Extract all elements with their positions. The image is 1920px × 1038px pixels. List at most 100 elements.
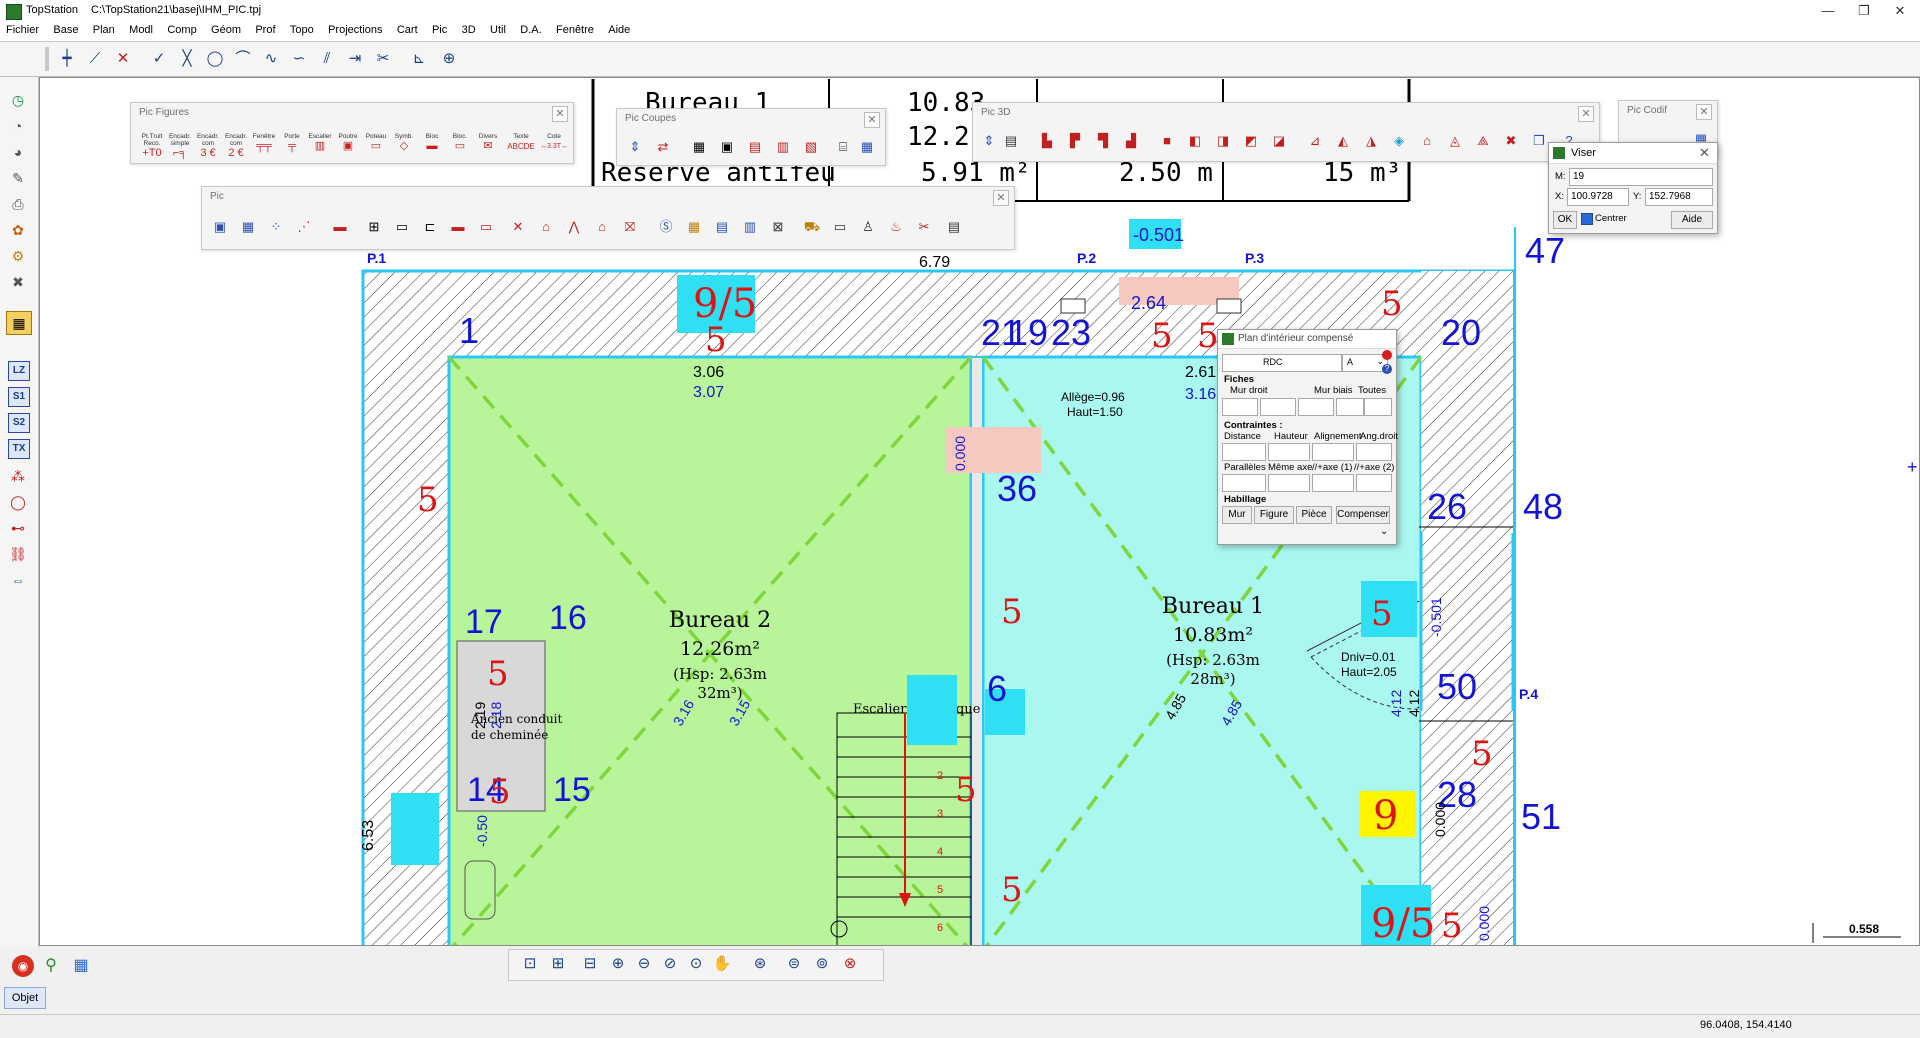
arc-tool-icon[interactable]: ⌒ (232, 48, 254, 70)
pic-person-icon[interactable]: ♙ (856, 215, 880, 239)
pic-s-icon[interactable]: Ⓢ (654, 215, 678, 239)
pic3d-roof-2-icon[interactable]: ◬ (1443, 129, 1467, 153)
scissors-icon[interactable]: ✂ (372, 48, 394, 70)
lz-icon[interactable]: LZ (8, 361, 30, 381)
viser-m-field[interactable]: 19 (1569, 168, 1713, 186)
menu-da[interactable]: D.A. (514, 22, 546, 36)
palette-figures-close-icon[interactable]: ✕ (552, 106, 568, 122)
pic3d-wall-4-icon[interactable]: ◩ (1239, 129, 1263, 153)
calculator-icon[interactable]: ▦ (6, 311, 32, 335)
extend-tool-icon[interactable]: ⇥ (344, 48, 366, 70)
zoom-prev-icon[interactable]: ⊘ (659, 953, 681, 975)
location-pin-icon[interactable]: ⚲ (40, 955, 62, 977)
figure-divers[interactable]: Divers ✉ (473, 133, 503, 153)
history-icon[interactable]: ◔ (6, 115, 30, 137)
stop-icon[interactable]: ◉ (12, 955, 34, 977)
restore-icon[interactable]: ❐ (1846, 2, 1882, 20)
pic-house-1-icon[interactable]: ⌂ (534, 215, 558, 239)
pic3d-stairs-1-icon[interactable]: ⊿ (1303, 129, 1327, 153)
plan-dialog-help-icon[interactable]: ? (1382, 364, 1392, 374)
delete-tool-icon[interactable]: ✕ (112, 48, 134, 70)
minimize-icon[interactable]: — (1810, 2, 1846, 20)
pic-roof-icon[interactable]: ⋀ (562, 215, 586, 239)
pan-icon[interactable]: ✋ (711, 953, 733, 975)
habillage-piece-button[interactable]: Pièce (1296, 506, 1332, 524)
chain-icon[interactable]: ⛓ (6, 543, 30, 565)
pic-global-icon[interactable]: ▣ (208, 215, 232, 239)
viser-y-field[interactable]: 152.7968 (1645, 188, 1713, 206)
objet-button[interactable]: Objet (4, 987, 46, 1009)
circle-red-icon[interactable]: ◯ (6, 491, 30, 513)
tools-icon[interactable]: ✖ (6, 271, 30, 293)
figure-poteau[interactable]: Poteau ▭ (361, 133, 391, 153)
coupe-red-1-icon[interactable]: ▤ (743, 135, 767, 159)
links-icon[interactable]: ⊷ (6, 517, 30, 539)
pic-house-2-icon[interactable]: ⌂ (590, 215, 614, 239)
menu-modl[interactable]: Modl (123, 22, 158, 36)
pic3d-roof-1-icon[interactable]: ⌂ (1415, 129, 1439, 153)
menu-3d[interactable]: 3D (456, 22, 481, 36)
redo-clock-icon[interactable]: ◕ (6, 141, 30, 163)
menu-fenetre[interactable]: Fenêtre (550, 22, 599, 36)
zoom-point-icon[interactable]: ⊛ (749, 953, 771, 975)
drawing-canvas[interactable]: Bureau 1 10.83 12.2 Reserve antifeu 5.91… (39, 77, 1920, 946)
contrainte-meme-axe-button[interactable] (1268, 474, 1310, 492)
level-select[interactable]: RDC (1222, 354, 1342, 372)
s2-icon[interactable]: S2 (8, 413, 30, 433)
pic-line-icon[interactable]: ▬ (328, 215, 352, 239)
coupe-red-2-icon[interactable]: ▥ (771, 135, 795, 159)
contrainte-axe1-button[interactable] (1312, 474, 1354, 492)
check-line-icon[interactable]: ✓ (148, 48, 170, 70)
expand-icon[interactable]: ⌄ (1380, 526, 1388, 537)
gears-icon[interactable]: ⚙ (6, 245, 30, 267)
coupe-red-3-icon[interactable]: ▧ (799, 135, 823, 159)
pic-dash-icon[interactable]: ▭ (828, 215, 852, 239)
close-icon[interactable]: ✕ (1882, 2, 1918, 20)
measure-tool-icon[interactable]: ⊾ (408, 48, 430, 70)
pic-fire-icon[interactable]: ♨ (884, 215, 908, 239)
zoom-all-icon[interactable]: ⊟ (579, 953, 601, 975)
viser-x-field[interactable]: 100.9728 (1567, 188, 1629, 206)
pic-rect-icon[interactable]: ▭ (390, 215, 414, 239)
figure-texte[interactable]: Texte ABCDE (503, 133, 539, 153)
figure-poutre[interactable]: Poutre ▣ (333, 133, 363, 153)
menu-aide[interactable]: Aide (602, 22, 635, 36)
viser-dialog[interactable]: Viser ✕ M: 19 X: 100.9728 Y: 152.7968 OK… (1548, 142, 1718, 234)
pic-table-icon[interactable]: ▦ (236, 215, 260, 239)
pic-report-icon[interactable]: ▤ (942, 215, 966, 239)
zoom-scale-icon[interactable]: ⊚ (811, 953, 833, 975)
pic3d-box-2-icon[interactable]: ▛ (1063, 129, 1087, 153)
menu-base[interactable]: Base (47, 22, 83, 36)
curve-tool-icon[interactable]: ∿ (260, 48, 282, 70)
viser-aide-button[interactable]: Aide (1671, 211, 1713, 229)
zoom-reset-icon[interactable]: ⊗ (839, 953, 861, 975)
fiche-mur-droit-1-button[interactable] (1222, 398, 1258, 416)
nodes-icon[interactable]: ⁂ (6, 465, 30, 487)
pic-frame-icon[interactable]: ⊞ (362, 215, 386, 239)
pic-doc-icon[interactable]: ▤ (710, 215, 734, 239)
offset-tool-icon[interactable]: ⫽ (316, 48, 338, 70)
paint-icon[interactable]: ✿ (6, 219, 30, 241)
pic3d-wall-5-icon[interactable]: ◪ (1267, 129, 1291, 153)
pic3d-stairs-2-icon[interactable]: ◭ (1331, 129, 1355, 153)
menu-plan[interactable]: Plan (87, 22, 120, 36)
coupe-blue-icon[interactable]: ▦ (855, 135, 879, 159)
figure-fenetre[interactable]: Fenêtre ╤╤ (249, 133, 279, 153)
figure-encadr-simple[interactable]: Encadr. simple ⌐╕ (165, 133, 195, 160)
coupe-frame-icon[interactable]: ▦ (687, 135, 711, 159)
coupe-ab-icon[interactable]: ⌸ (831, 135, 855, 159)
contrainte-distance-button[interactable] (1222, 443, 1266, 461)
habillage-mur-button[interactable]: Mur (1222, 506, 1252, 524)
pic-truck-icon[interactable]: ⛟ (800, 215, 824, 239)
figure-trait-reco[interactable]: Pt.Truit Reco. +T0 (137, 133, 167, 160)
zoom-next-icon[interactable]: ⊙ (685, 953, 707, 975)
pic3d-cube-icon[interactable]: ◈ (1387, 129, 1411, 153)
contrainte-alignement-button[interactable] (1312, 443, 1354, 461)
pic3d-box-1-icon[interactable]: ▙ (1035, 129, 1059, 153)
viser-centrer-checkbox[interactable] (1581, 213, 1593, 225)
contrainte-ang-droit-button[interactable] (1356, 443, 1392, 461)
zoom-window-icon[interactable]: ⊡ (519, 953, 541, 975)
pic-bar-1-icon[interactable]: ▬ (446, 215, 470, 239)
figure-encadr-com-1[interactable]: Encadr. com 3 € (193, 133, 223, 160)
figure-bloc-2[interactable]: Bloc. ▭ (445, 133, 475, 153)
